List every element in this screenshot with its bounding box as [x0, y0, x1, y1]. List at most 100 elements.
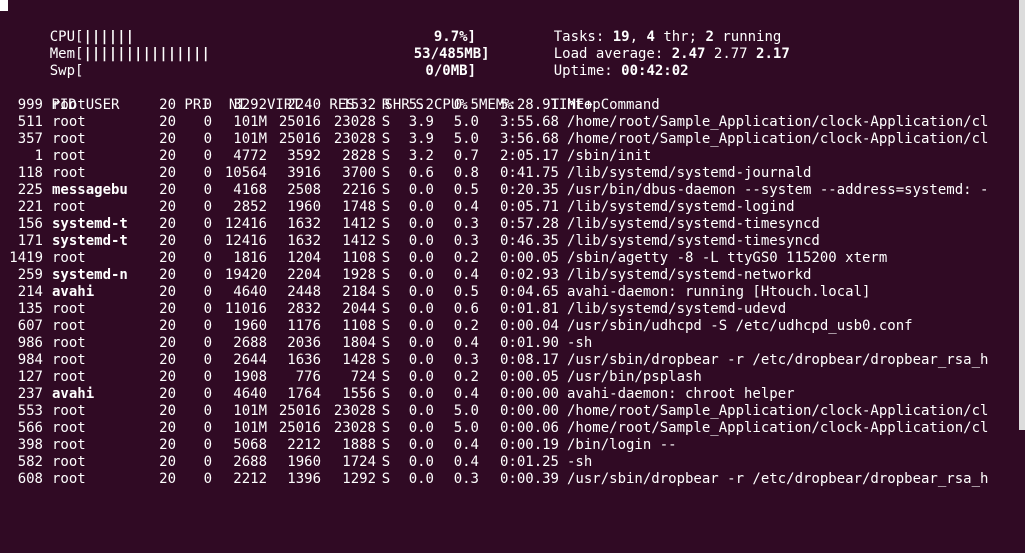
terminal-cursor: [0, 0, 8, 11]
process-row[interactable]: 984 root 20 0 2644 1636 1428 S 0.0 0.3 0:08.17/usr…: [0, 352, 1017, 369]
process-mem: 0.4: [453, 386, 479, 402]
swap-meter-label: Swp[: [49, 63, 84, 79]
process-shr: 23028: [333, 131, 376, 147]
process-row[interactable]: 259 systemd-n 20 0 19420 2204 1928 S 0.0 0.4 0:02.…: [0, 267, 1017, 284]
process-res: 1396: [287, 471, 321, 487]
mem-meter-line: Mem[|||||||||||||||: [16, 29, 210, 62]
process-priority: 20: [159, 403, 176, 419]
terminal-window[interactable]: CPU[|||||| 9.7%] Mem[||||||||||||||| 53/…: [0, 0, 1025, 553]
process-state: S: [381, 352, 391, 368]
process-cpu: 0.0: [408, 454, 434, 470]
process-virt: 4168: [233, 182, 267, 198]
process-virt: 10564: [224, 165, 267, 181]
process-cpu: 0.6: [408, 165, 434, 181]
process-cpu: 0.0: [408, 284, 434, 300]
process-row[interactable]: 225 messagebu 20 0 4168 2508 2216 S 0.0 0.5 0:20.3…: [0, 182, 1017, 199]
uptime-value: 00:42:02: [621, 63, 689, 79]
process-mem: 0.3: [453, 233, 479, 249]
process-virt: 5068: [233, 437, 267, 453]
process-user: root: [52, 97, 86, 113]
process-pid: 984: [17, 352, 43, 368]
process-row[interactable]: 999 root 20 0 3292 2240 1532 R 5.2 0.5 5:28.91 htop: [0, 97, 1017, 114]
process-command: -sh: [567, 454, 593, 470]
process-res: 2204: [287, 267, 321, 283]
process-row[interactable]: 511 root 20 0 101M 25016 23028 S 3.9 5.0 3:55.68/h…: [0, 114, 1017, 131]
process-mem: 0.8: [453, 165, 479, 181]
process-priority: 20: [159, 267, 176, 283]
process-command: /usr/sbin/udhcpd -S /etc/udhcpd_usb0.con…: [567, 318, 913, 334]
process-row[interactable]: 1 root 20 0 4772 3592 2828 S 3.2 0.7 2:05.17/sbin/…: [0, 148, 1017, 165]
process-row[interactable]: 118 root 20 0 10564 3916 3700 S 0.6 0.8 0:41.75/li…: [0, 165, 1017, 182]
scrollbar[interactable]: [1019, 0, 1025, 430]
process-shr: 1928: [342, 267, 376, 283]
process-mem: 0.4: [453, 454, 479, 470]
process-row[interactable]: 214 avahi 20 0 4640 2448 2184 S 0.0 0.5 0:04.65 ava…: [0, 284, 1017, 301]
process-nice: 0: [203, 97, 212, 113]
process-cpu: 0.0: [408, 352, 434, 368]
process-state: R: [381, 97, 391, 113]
process-row[interactable]: 553 root 20 0 101M 25016 23028 S 0.0 5.0 0:00.00/h…: [0, 403, 1017, 420]
process-shr: 3700: [342, 165, 376, 181]
process-state: S: [381, 437, 391, 453]
uptime-summary: Uptime: 00:42:02: [520, 46, 689, 79]
process-row[interactable]: 357 root 20 0 101M 25016 23028 S 3.9 5.0 3:56.68/h…: [0, 131, 1017, 148]
process-pid: 999: [17, 97, 43, 113]
process-state: S: [381, 420, 391, 436]
process-row[interactable]: 582 root 20 0 2688 1960 1724 S 0.0 0.4 0:01.25 -sh: [0, 454, 1017, 471]
process-row[interactable]: 237 avahi 20 0 4640 1764 1556 S 0.0 0.4 0:00.00 ava…: [0, 386, 1017, 403]
process-cpu: 0.0: [408, 369, 434, 385]
process-time: 0:46.35: [499, 233, 559, 249]
process-res: 25016: [278, 114, 321, 130]
process-priority: 20: [159, 182, 176, 198]
process-mem: 5.0: [453, 403, 479, 419]
process-mem: 0.6: [453, 301, 479, 317]
process-row[interactable]: 171 systemd-t 20 0 12416 1632 1412 S 0.0 0.3 0:46.…: [0, 233, 1017, 250]
process-cpu: 0.0: [408, 301, 434, 317]
process-priority: 20: [159, 420, 176, 436]
process-row[interactable]: 607 root 20 0 1960 1176 1108 S 0.0 0.2 0:00.04/usr…: [0, 318, 1017, 335]
process-row[interactable]: 986 root 20 0 2688 2036 1804 S 0.0 0.4 0:01.90 -sh: [0, 335, 1017, 352]
process-time: 0:05.71: [499, 199, 559, 215]
process-priority: 20: [159, 369, 176, 385]
process-user: root: [52, 352, 86, 368]
process-res: 2832: [287, 301, 321, 317]
swap-meter-line: Swp[: [16, 46, 84, 79]
process-mem: 0.2: [453, 250, 479, 266]
process-row[interactable]: 135 root 20 0 11016 2832 2044 S 0.0 0.6 0:01.81/li…: [0, 301, 1017, 318]
swap-meter-value: 0/0MB]: [380, 46, 476, 79]
process-priority: 20: [159, 216, 176, 232]
process-shr: 1532: [342, 97, 376, 113]
process-command: /lib/systemd/systemd-timesyncd: [567, 216, 820, 232]
process-row[interactable]: 127 root 20 0 1908 776 724 S 0.0 0.2 0:00.05/usr/b…: [0, 369, 1017, 386]
process-row[interactable]: 608 root 20 0 2212 1396 1292 S 0.0 0.3 0:00.39/usr…: [0, 471, 1017, 488]
process-state: S: [381, 369, 391, 385]
process-shr: 23028: [333, 114, 376, 130]
process-row[interactable]: 1419 root 20 0 1816 1204 1108 S 0.0 0.2 0:00.05/sb…: [0, 250, 1017, 267]
process-nice: 0: [203, 352, 212, 368]
process-res: 2448: [287, 284, 321, 300]
process-res: 1636: [287, 352, 321, 368]
process-row[interactable]: 398 root 20 0 5068 2212 1888 S 0.0 0.4 0:00.19/bin…: [0, 437, 1017, 454]
process-shr: 1292: [342, 471, 376, 487]
process-pid: 398: [17, 437, 43, 453]
process-priority: 20: [159, 352, 176, 368]
process-mem: 0.4: [453, 437, 479, 453]
process-cpu: 0.0: [408, 182, 434, 198]
process-virt: 4772: [233, 148, 267, 164]
process-pid: 237: [17, 386, 43, 402]
process-row[interactable]: 221 root 20 0 2852 1960 1748 S 0.0 0.4 0:05.71/lib…: [0, 199, 1017, 216]
process-pid: 1419: [9, 250, 43, 266]
process-shr: 23028: [333, 403, 376, 419]
process-shr: 1888: [342, 437, 376, 453]
process-command: /home/root/Sample_Application/clock-Appl…: [567, 420, 989, 436]
process-row[interactable]: 566 root 20 0 101M 25016 23028 S 0.0 5.0 0:00.06/h…: [0, 420, 1017, 437]
process-nice: 0: [203, 335, 212, 351]
process-time: 0:08.17: [499, 352, 559, 368]
process-row[interactable]: 156 systemd-t 20 0 12416 1632 1412 S 0.0 0.3 0:57.…: [0, 216, 1017, 233]
process-priority: 20: [159, 454, 176, 470]
process-nice: 0: [203, 182, 212, 198]
uptime-label: Uptime:: [553, 63, 622, 79]
process-state: S: [381, 267, 391, 283]
process-mem: 0.3: [453, 216, 479, 232]
process-virt: 2688: [233, 335, 267, 351]
